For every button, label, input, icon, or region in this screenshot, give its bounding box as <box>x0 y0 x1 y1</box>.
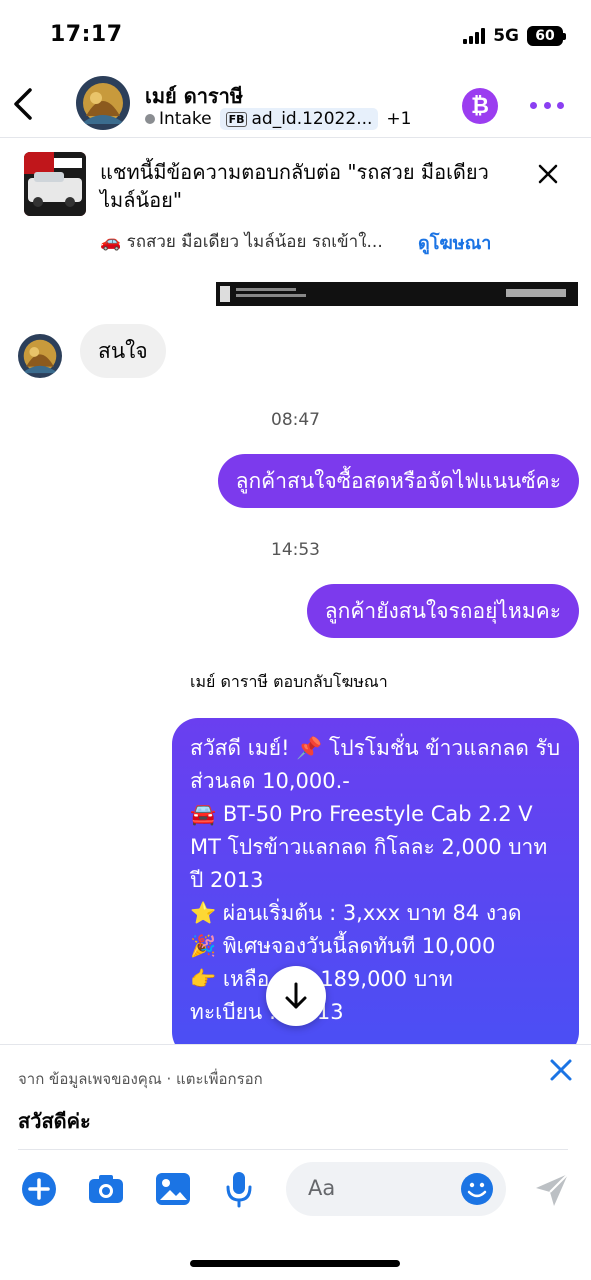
contact-tags[interactable]: Intake FB ad_id.12022... +1 <box>145 108 411 130</box>
microphone-icon <box>226 1172 252 1208</box>
suggestion-source: จาก ข้อมูลเพจของคุณ · แตะเพื่อกรอก <box>18 1070 263 1088</box>
coin-icon: ₿ <box>471 94 489 119</box>
plus-circle-icon <box>22 1172 56 1206</box>
incoming-message[interactable]: สนใจ <box>80 324 166 378</box>
input-placeholder: Aa <box>308 1176 336 1200</box>
message-input[interactable]: Aa <box>286 1162 506 1216</box>
send-icon <box>536 1173 569 1206</box>
ad-thumbnail[interactable] <box>24 152 86 216</box>
status-tag: Intake <box>145 109 212 129</box>
car-thumbnail-icon <box>24 152 86 216</box>
status-dot-icon <box>145 114 155 124</box>
ad-reply-line: 🎉 พิเศษจองวันนี้ลดทันที 10,000 <box>190 934 496 958</box>
ad-reply-line: ⭐ ผ่อนเริ่มต้น : 3,xxx บาท 84 งวด <box>190 901 522 925</box>
ad-reply-text: แชทนี้มีข้อความตอบกลับต่อ "รถสวย มือเดีย… <box>100 160 489 212</box>
status-bar: 17:17 5G 60 <box>0 0 591 70</box>
ad-image-strip[interactable] <box>216 282 578 306</box>
extra-tags-count: +1 <box>386 109 412 129</box>
outgoing-message[interactable]: ลูกค้าสนใจซื้อสดหรือจัดไฟแนนซ์คะ <box>217 454 579 508</box>
emoji-button[interactable] <box>460 1172 494 1206</box>
divider <box>18 1149 568 1150</box>
close-icon <box>538 164 558 184</box>
contact-avatar[interactable] <box>76 76 130 130</box>
smiley-icon <box>461 1173 493 1205</box>
ad-reply-message[interactable]: สวัสดี เมย์! 📌 โปรโมชั่น ข้าวแลกลด รับส่… <box>172 718 579 1058</box>
battery-icon: 60 <box>527 26 566 46</box>
fb-badge: FB <box>225 111 248 127</box>
add-button[interactable] <box>20 1170 58 1208</box>
camera-button[interactable] <box>87 1170 125 1208</box>
ad-reply-banner: แชทนี้มีข้อความตอบกลับต่อ "รถสวย มือเดีย… <box>0 140 591 260</box>
more-dot-icon <box>530 101 537 109</box>
ad-reply-label: เมย์ ดาราษี ตอบกลับโฆษณา <box>190 672 388 691</box>
status-time: 17:17 <box>50 22 123 47</box>
ad-id-label: ad_id.12022... <box>251 109 373 129</box>
chevron-left-icon <box>14 88 32 120</box>
back-button[interactable] <box>10 84 36 124</box>
chat-header: เมย์ ดาราษี Intake FB ad_id.12022... +1 … <box>0 70 591 138</box>
ad-footer-image-icon <box>216 282 578 306</box>
camera-icon <box>89 1175 123 1203</box>
more-dot-icon <box>543 101 551 109</box>
voice-button[interactable] <box>220 1170 258 1208</box>
ad-id-tag: FB ad_id.12022... <box>219 108 379 130</box>
scroll-to-bottom-button[interactable] <box>266 966 326 1026</box>
ad-reply-line: 👉 เหลือ ดง : 189,000 บาท <box>190 967 453 991</box>
ad-reply-line: ทะเบียน : W013 <box>190 1000 344 1024</box>
status-tag-label: Intake <box>159 109 212 129</box>
arrow-down-icon <box>285 982 307 1009</box>
ad-subtitle: 🚗 รถสวย มือเดียว ไมล์น้อย รถเข้าใ... <box>100 232 383 252</box>
signal-icon <box>463 28 486 44</box>
message-composer: Aa <box>0 1160 591 1220</box>
suggested-reply[interactable]: สวัสดีค่ะ <box>18 1105 91 1137</box>
gallery-button[interactable] <box>154 1170 192 1208</box>
close-suggestion-button[interactable] <box>548 1057 574 1083</box>
message-timestamp: 08:47 <box>271 410 320 430</box>
more-options-button[interactable] <box>530 90 564 120</box>
status-icons: 5G 60 <box>463 26 566 46</box>
network-label: 5G <box>493 26 519 46</box>
ad-reply-line: 🚘 BT-50 Pro Freestyle Cab 2.2 V MT โปรข้… <box>190 802 554 892</box>
close-banner-button[interactable] <box>536 162 560 186</box>
outgoing-message[interactable]: ลูกค้ายังสนใจรถอยุ่ไหมคะ <box>306 584 579 638</box>
ad-reply-line: สวัสดี เมย์! 📌 โปรโมชั่น ข้าวแลกลด รับส่… <box>190 736 561 793</box>
sender-avatar[interactable] <box>18 334 62 378</box>
more-dot-icon <box>557 101 564 109</box>
send-button[interactable] <box>532 1170 572 1210</box>
avatar-image-icon <box>18 334 62 378</box>
view-ad-link[interactable]: ดูโฆษณา <box>418 228 491 257</box>
image-icon <box>156 1173 190 1205</box>
close-icon <box>550 1059 572 1081</box>
avatar-image-icon <box>76 76 130 130</box>
coin-button[interactable]: ₿ <box>462 88 498 124</box>
home-indicator <box>190 1260 400 1267</box>
message-timestamp: 14:53 <box>271 540 320 560</box>
